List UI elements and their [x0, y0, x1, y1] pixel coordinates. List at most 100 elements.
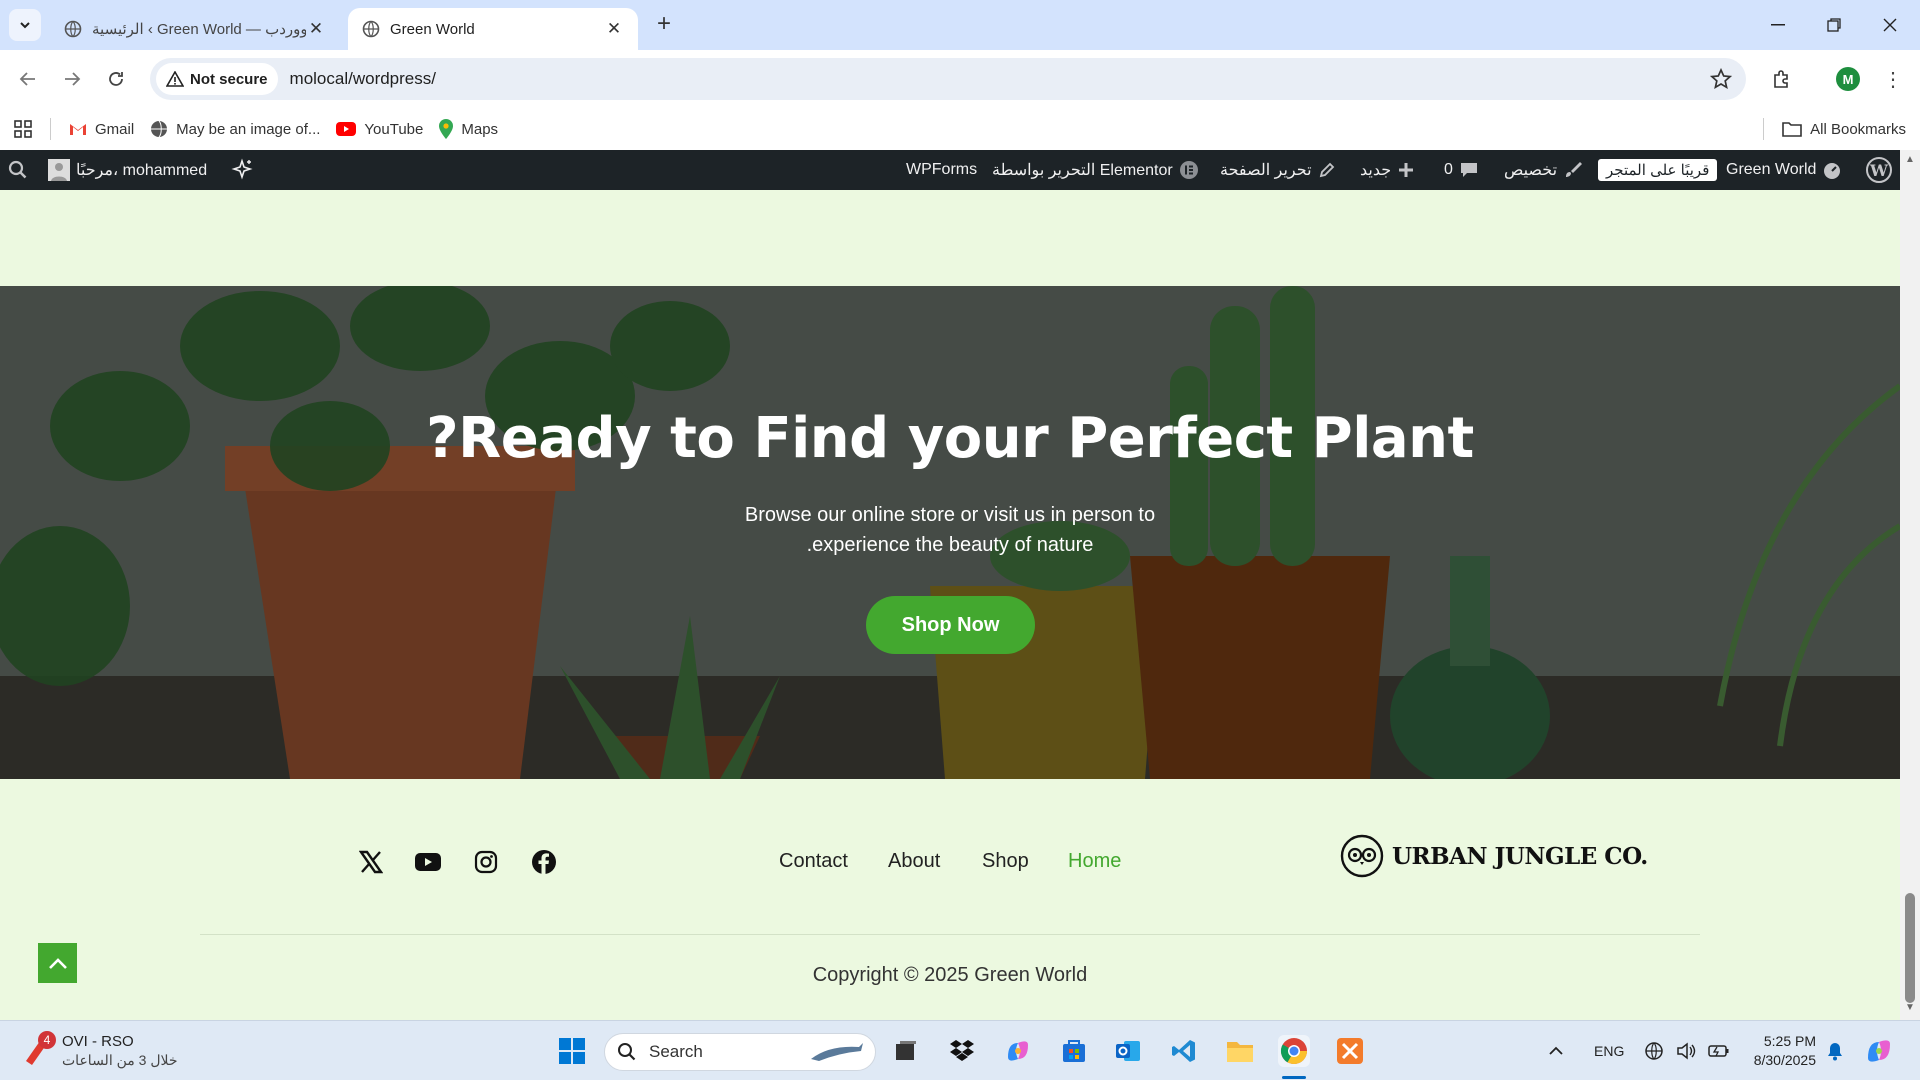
store-app[interactable]	[1058, 1035, 1090, 1067]
footer-nav-contact[interactable]: Contact	[779, 850, 848, 873]
footer-nav-shop[interactable]: Shop	[982, 850, 1029, 873]
file-explorer-app[interactable]	[1224, 1035, 1256, 1067]
site-name-menu[interactable]: Green World	[1726, 150, 1848, 190]
copilot-icon	[1008, 1041, 1028, 1061]
chevron-down-icon	[20, 22, 30, 29]
star-icon[interactable]	[1710, 68, 1732, 90]
xampp-app[interactable]	[1334, 1035, 1366, 1067]
tab-admin[interactable]: الرئيسية ‹ Green World — ووردب ✕	[50, 8, 340, 50]
footer-nav-about[interactable]: About	[888, 850, 940, 873]
extensions-button[interactable]	[1766, 63, 1798, 95]
url-text[interactable]: molocal/wordpress/	[290, 69, 436, 89]
forward-button[interactable]	[56, 63, 88, 95]
wordpress-icon: W	[1866, 157, 1892, 183]
edit-with-elementor[interactable]: التحرير بواسطة Elementor	[992, 150, 1205, 190]
sparkle-icon	[231, 158, 253, 180]
close-icon[interactable]: ✕	[306, 19, 326, 39]
active-app-indicator	[1282, 1076, 1306, 1079]
scroll-to-top-button[interactable]	[38, 943, 77, 983]
profile-avatar[interactable]: M	[1836, 67, 1860, 91]
back-button[interactable]	[12, 63, 44, 95]
close-icon[interactable]: ✕	[604, 19, 624, 39]
wp-admin-bar: مرحبًا، mohammed WPForms التحرير بواسطة …	[0, 150, 1900, 190]
bookmark-maps[interactable]: Maps	[431, 114, 506, 144]
edit-page-link[interactable]: تحرير الصفحة	[1220, 150, 1342, 190]
footer-row: Contact About Shop Home URBAN JUNGLE CO.	[0, 830, 1900, 890]
notification-widget[interactable]: 4 OVI - RSO خلال 3 من الساعات	[20, 1021, 178, 1081]
bookmark-youtube[interactable]: YouTube	[328, 114, 431, 144]
instagram-icon[interactable]	[472, 848, 500, 876]
youtube-icon[interactable]	[414, 848, 442, 876]
x-icon[interactable]	[357, 848, 385, 876]
vscode-app[interactable]	[1168, 1035, 1200, 1067]
tab-search-dropdown[interactable]	[9, 9, 41, 41]
admin-search-button[interactable]	[8, 150, 28, 190]
task-view-button[interactable]	[890, 1035, 922, 1067]
reload-button[interactable]	[100, 63, 132, 95]
globe-icon	[64, 20, 82, 38]
customize-label: تخصيص	[1504, 162, 1558, 179]
warning-icon	[166, 71, 184, 87]
chevron-up-icon	[1549, 1046, 1563, 1055]
footer-nav-home[interactable]: Home	[1068, 850, 1121, 873]
clock-date: 8/30/2025	[1753, 1052, 1816, 1068]
bookmark-image[interactable]: May be an image of...	[142, 114, 328, 144]
copilot-tray-button[interactable]	[1864, 1021, 1894, 1081]
language-indicator[interactable]: ENG	[1594, 1021, 1624, 1081]
restore-button[interactable]	[1806, 0, 1862, 50]
wpforms-menu[interactable]: WPForms	[906, 150, 977, 190]
folder-icon	[1782, 122, 1802, 137]
my-account-menu[interactable]: مرحبًا، mohammed	[48, 150, 207, 190]
close-window-button[interactable]	[1862, 0, 1918, 50]
edit-page-label: تحرير الصفحة	[1220, 162, 1312, 179]
taskbar-search[interactable]: Search	[604, 1033, 876, 1071]
address-bar[interactable]: Not secure molocal/wordpress/	[150, 58, 1746, 100]
facebook-icon[interactable]	[530, 848, 558, 876]
coming-soon-badge[interactable]: قريبًا على المتجر	[1598, 150, 1718, 190]
wordpress-logo-menu[interactable]: W	[1866, 150, 1892, 190]
hero-subtext: Browse our online store or visit us in p…	[650, 500, 1250, 560]
page-scrollbar[interactable]: ▲ ▼	[1900, 150, 1920, 1020]
outlook-app[interactable]	[1112, 1035, 1144, 1067]
comments-link[interactable]: 0	[1444, 150, 1485, 190]
notification-badge: 4	[38, 1031, 56, 1049]
dropbox-app[interactable]	[946, 1035, 978, 1067]
clock[interactable]: 5:25 PM 8/30/2025	[1736, 1021, 1816, 1081]
chevron-up-icon	[48, 958, 67, 969]
bookmark-gmail[interactable]: Gmail	[61, 114, 142, 144]
brand-logo[interactable]: URBAN JUNGLE CO.	[1340, 834, 1648, 878]
comment-icon	[1460, 163, 1477, 177]
comments-count: 0	[1444, 161, 1453, 178]
scroll-down-arrow-icon[interactable]: ▼	[1904, 1002, 1916, 1014]
scroll-up-arrow-icon[interactable]: ▲	[1904, 154, 1916, 166]
footer-divider	[200, 934, 1700, 935]
wpforms-label: WPForms	[906, 161, 978, 178]
apps-button[interactable]	[6, 114, 40, 144]
customize-link[interactable]: تخصيص	[1504, 150, 1589, 190]
network-icon	[1645, 1042, 1663, 1060]
new-tab-button[interactable]: +	[652, 12, 676, 37]
security-chip[interactable]: Not secure	[156, 63, 278, 95]
all-bookmarks-button[interactable]: All Bookmarks	[1774, 114, 1914, 144]
chrome-app[interactable]	[1278, 1035, 1310, 1067]
owl-logo-icon	[1340, 834, 1384, 878]
search-icon	[618, 1043, 636, 1061]
windows-taskbar: 4 OVI - RSO خلال 3 من الساعات Search ENG…	[0, 1020, 1920, 1080]
all-bookmarks-label: All Bookmarks	[1810, 120, 1906, 138]
elementor-icon	[1179, 161, 1198, 179]
copilot-app[interactable]	[1002, 1035, 1034, 1067]
ai-assistant-button[interactable]	[230, 150, 254, 190]
hero-heading: ?Ready to Find your Perfect Plant	[426, 406, 1474, 471]
show-hidden-icons[interactable]	[1548, 1021, 1564, 1081]
menu-kebab-icon[interactable]: ⋮	[1880, 63, 1906, 95]
scrollbar-thumb[interactable]	[1905, 893, 1915, 1003]
notifications-button[interactable]	[1826, 1021, 1844, 1081]
minimize-button[interactable]	[1750, 0, 1806, 50]
bookmark-label: May be an image of...	[176, 120, 321, 138]
start-button[interactable]	[556, 1035, 588, 1067]
arrow-left-icon	[19, 72, 35, 86]
tab-green-world[interactable]: Green World ✕	[348, 8, 638, 50]
new-content-menu[interactable]: جديد	[1360, 150, 1421, 190]
shop-now-button[interactable]: Shop Now	[866, 596, 1035, 654]
system-tray-icons[interactable]	[1644, 1021, 1730, 1081]
